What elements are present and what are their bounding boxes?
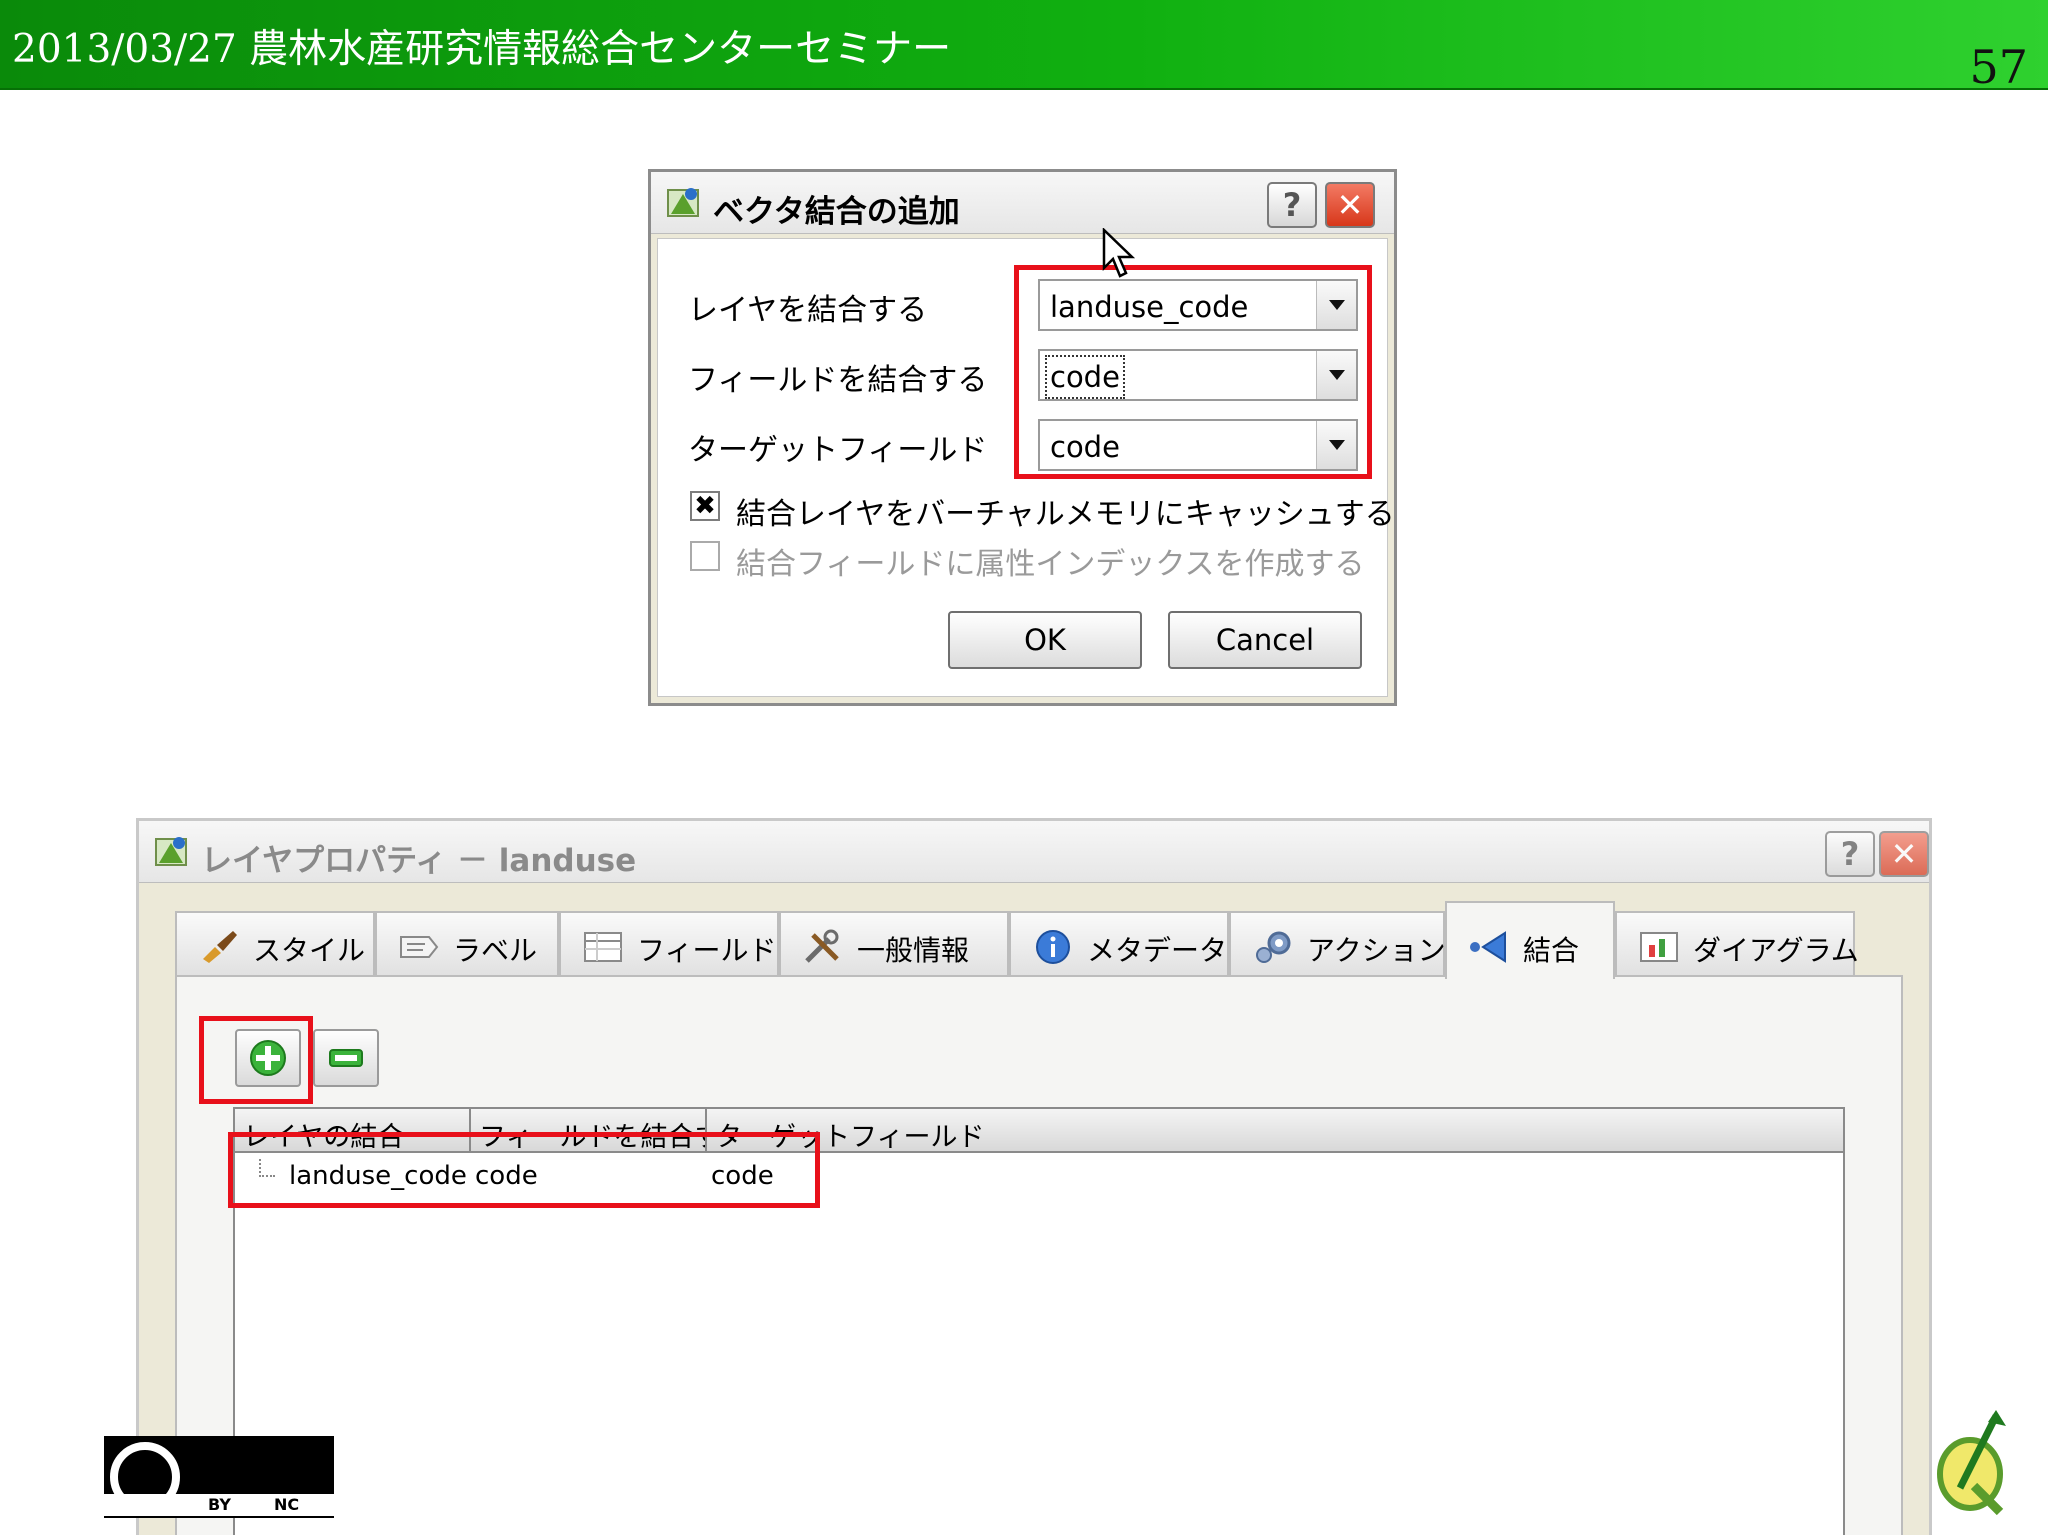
column-header-target-field[interactable]: ターゲットフィールド [707, 1109, 1843, 1151]
window-titlebar[interactable]: レイヤプロパティ － landuse ? ✕ [139, 821, 1929, 883]
slide-title: 2013/03/27 農林水産研究情報総合センターセミナー [12, 27, 952, 72]
remove-join-button[interactable] [313, 1029, 379, 1087]
qgis-app-icon [155, 837, 187, 866]
cc-by-label: BY [208, 1495, 231, 1514]
help-button[interactable]: ? [1267, 182, 1317, 228]
table-icon [584, 932, 622, 962]
close-button[interactable]: ✕ [1325, 182, 1375, 228]
highlight-box [199, 1016, 313, 1104]
close-button[interactable]: ✕ [1879, 831, 1929, 877]
join-layer-label: レイヤを結合する [688, 293, 928, 328]
cc-nc-label: NC [274, 1495, 300, 1514]
tab-label: スタイル [253, 934, 366, 967]
join-field-label: フィールドを結合する [688, 363, 988, 398]
cache-checkbox[interactable]: ✖ [690, 491, 720, 521]
tab-label: 結合 [1523, 934, 1580, 967]
tab-label-settings[interactable]: ラベル [375, 911, 559, 977]
tab-actions[interactable]: アクション [1229, 911, 1446, 977]
index-checkbox[interactable] [690, 541, 720, 571]
highlight-box [1014, 265, 1372, 479]
joins-panel: レイヤの結合 フィールドを結合する ターゲットフィールド landuse_cod… [175, 975, 1903, 1535]
tab-label: ラベル [453, 934, 538, 967]
slide-page-number: 57 [1969, 40, 2028, 94]
label-icon [400, 936, 439, 958]
creative-commons-logo: BY NC [104, 1436, 334, 1518]
join-icon [1470, 931, 1506, 963]
tab-label: アクション [1307, 934, 1446, 967]
qgis-app-icon [667, 188, 699, 217]
tab-general[interactable]: 一般情報 [779, 911, 1009, 977]
highlight-box [228, 1132, 820, 1208]
cache-checkbox-label: 結合レイヤをバーチャルメモリにキャッシュする [736, 497, 1395, 532]
tab-strip: スタイル ラベル フィールド 一般情報 メタデータ アクション 結合 ダイアグラ… [175, 901, 1871, 979]
slide-header: 2013/03/27 農林水産研究情報総合センターセミナー 57 [0, 0, 2048, 94]
target-field-label: ターゲットフィールド [688, 433, 988, 468]
cc-license-strip: BY NC [104, 1494, 334, 1516]
dialog-title: ベクタ結合の追加 [713, 194, 960, 230]
index-checkbox-label: 結合フィールドに属性インデックスを作成する [736, 547, 1365, 582]
qgis-logo [1937, 1410, 2006, 1516]
cancel-button[interactable]: Cancel [1168, 611, 1362, 669]
tab-style[interactable]: スタイル [175, 911, 375, 977]
gear-icon [1256, 931, 1291, 963]
dialog-titlebar[interactable]: ベクタ結合の追加 ? ✕ [651, 172, 1394, 234]
tools-icon [805, 929, 839, 963]
tab-label: フィールド [637, 934, 777, 967]
help-button[interactable]: ? [1825, 831, 1875, 877]
brush-icon [203, 931, 237, 963]
minus-icon [329, 1049, 363, 1067]
diagram-icon [1640, 932, 1678, 962]
mouse-cursor-icon [1102, 228, 1136, 278]
tab-diagrams[interactable]: ダイアグラム [1615, 911, 1859, 977]
tab-label: ダイアグラム [1693, 934, 1859, 967]
info-icon [1036, 930, 1070, 964]
tab-label: 一般情報 [857, 934, 970, 967]
ok-button[interactable]: OK [948, 611, 1142, 669]
window-title: レイヤプロパティ － landuse [201, 843, 637, 879]
tab-label: メタデータ [1087, 934, 1228, 967]
tab-metadata[interactable]: メタデータ [1009, 911, 1229, 977]
tab-fields[interactable]: フィールド [559, 911, 779, 977]
tab-joins[interactable]: 結合 [1445, 901, 1615, 979]
